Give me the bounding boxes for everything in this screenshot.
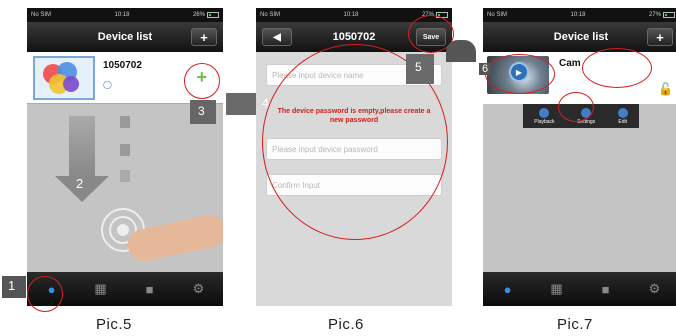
edit-button[interactable]: Edit [617, 107, 628, 125]
carrier-label: No SIM [487, 12, 508, 18]
step-label-4: 4 [262, 96, 269, 110]
add-device-button[interactable]: + [191, 28, 217, 46]
battery-icon [206, 12, 219, 18]
highlight-circle [558, 92, 594, 122]
battery-icon [662, 12, 675, 18]
carrier-label: No SIM [31, 12, 52, 18]
back-button[interactable]: ◀ [262, 28, 292, 46]
edit-icon [617, 107, 628, 118]
down-arrow-icon [120, 170, 130, 182]
drag-area[interactable]: 2 [27, 104, 223, 272]
step-label-6: 6 [479, 63, 492, 75]
step-label-2: 2 [76, 176, 84, 191]
grid-icon[interactable]: ▦ [90, 278, 112, 300]
step-6-arrow [446, 40, 476, 62]
time-label: 10:18 [114, 12, 130, 18]
time-label: 10:18 [570, 12, 586, 18]
highlight-circle [485, 54, 555, 94]
gear-icon[interactable]: ⚙ [644, 278, 666, 300]
caption-pic7: Pic.7 [557, 316, 593, 333]
highlight-circle [184, 63, 220, 99]
toolbox-icon[interactable]: ■ [139, 278, 161, 300]
device-name: Cam [559, 58, 581, 69]
caption-pic6: Pic.6 [328, 316, 364, 333]
content-area [483, 104, 676, 272]
status-bar: No SIM 10:18 26% [27, 8, 223, 22]
toolbox-icon[interactable]: ■ [595, 278, 617, 300]
phone-screen-pic6: No SIM 10:18 27% ◀ 1050702 Save Please i… [256, 8, 452, 306]
playback-button[interactable]: Playback [534, 107, 555, 125]
phone-screen-pic5: No SIM 10:18 26% Device list + 1050702 ◯… [27, 8, 223, 306]
playback-icon [539, 107, 550, 118]
nav-title: 1050702 [332, 31, 376, 43]
nav-title: Device list [97, 31, 153, 43]
battery-indicator: 27% [649, 12, 675, 18]
step-label-5: 5 [415, 60, 422, 74]
highlight-circle [27, 276, 63, 312]
battery-indicator: 26% [193, 12, 219, 18]
step-label-3: 3 [198, 104, 205, 118]
user-icon: ◯ [103, 80, 112, 89]
grid-icon[interactable]: ▦ [546, 278, 568, 300]
unlock-icon[interactable]: 🔓 [658, 82, 673, 96]
device-thumbnail [33, 56, 95, 100]
highlight-circle [582, 48, 652, 88]
user-icon[interactable]: ● [497, 278, 519, 300]
device-name: 1050702 [103, 60, 142, 71]
nav-title: Device list [553, 31, 609, 43]
time-label: 10:18 [343, 12, 359, 18]
caption-pic5: Pic.5 [96, 316, 132, 333]
down-arrow-icon [120, 116, 130, 128]
step-2-arrow-shaft [69, 116, 95, 176]
carrier-label: No SIM [260, 12, 281, 18]
tab-bar: ● ▦ ■ ⚙ [483, 272, 676, 306]
status-bar: No SIM 10:18 27% [483, 8, 676, 22]
nav-bar: Device list + [27, 22, 223, 52]
add-device-button[interactable]: + [647, 28, 673, 46]
phone-screen-pic7: No SIM 10:18 27% Device list + ▶ Cam 🔓 P… [483, 8, 676, 306]
nav-bar: Device list + [483, 22, 676, 52]
step-label-1: 1 [8, 278, 16, 293]
step-4-arrow [226, 93, 256, 115]
gear-icon[interactable]: ⚙ [188, 278, 210, 300]
down-arrow-icon [120, 144, 130, 156]
